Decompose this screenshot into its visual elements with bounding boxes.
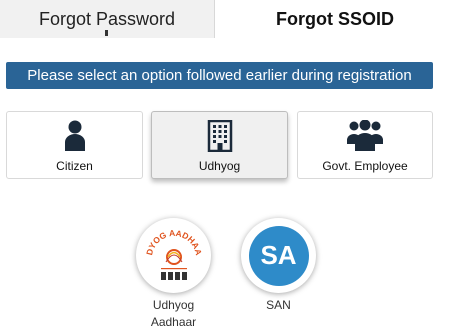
udhyog-aadhaar-logo: UDYOG AADHAAR: [142, 224, 204, 280]
option-udhyog[interactable]: Udhyog: [151, 111, 288, 179]
san-caption: SAN: [241, 297, 316, 314]
udhyog-aadhaar-caption-line1: Udhyog: [152, 298, 195, 312]
option-udhyog-label: Udhyog: [198, 159, 241, 173]
instruction-banner: Please select an option followed earlier…: [6, 62, 433, 89]
san-logo: SA: [248, 225, 309, 286]
udhyog-aadhaar-button[interactable]: UDYOG AADHAAR: [136, 218, 211, 293]
san-button[interactable]: SA: [241, 218, 316, 293]
tab-forgot-password[interactable]: Forgot Password: [0, 0, 215, 38]
option-govt-employee[interactable]: Govt. Employee: [297, 111, 433, 179]
tab-forgot-ssoid[interactable]: Forgot SSOID: [215, 0, 455, 38]
person-icon: [64, 120, 86, 152]
option-govt-employee-label: Govt. Employee: [322, 159, 408, 173]
san-logo-text: SA: [260, 240, 297, 270]
tab-marker: [105, 30, 108, 36]
group-icon: [346, 120, 384, 152]
option-citizen[interactable]: Citizen: [6, 111, 143, 179]
tab-bar: Forgot Password Forgot SSOID: [0, 0, 455, 38]
svg-text:UDYOG AADHAAR: UDYOG AADHAAR: [142, 224, 204, 256]
option-citizen-label: Citizen: [56, 159, 93, 173]
building-icon: [207, 120, 233, 152]
udhyog-aadhaar-logo-text: UDYOG AADHAAR: [142, 224, 204, 256]
tab-forgot-ssoid-label: Forgot SSOID: [276, 8, 394, 29]
instruction-text: Please select an option followed earlier…: [27, 67, 412, 84]
udhyog-aadhaar-caption: Udhyog Aadhaar: [136, 297, 211, 331]
san-caption-label: SAN: [266, 298, 291, 312]
udhyog-aadhaar-caption-line2: Aadhaar: [150, 315, 197, 329]
tab-forgot-password-label: Forgot Password: [38, 8, 176, 29]
